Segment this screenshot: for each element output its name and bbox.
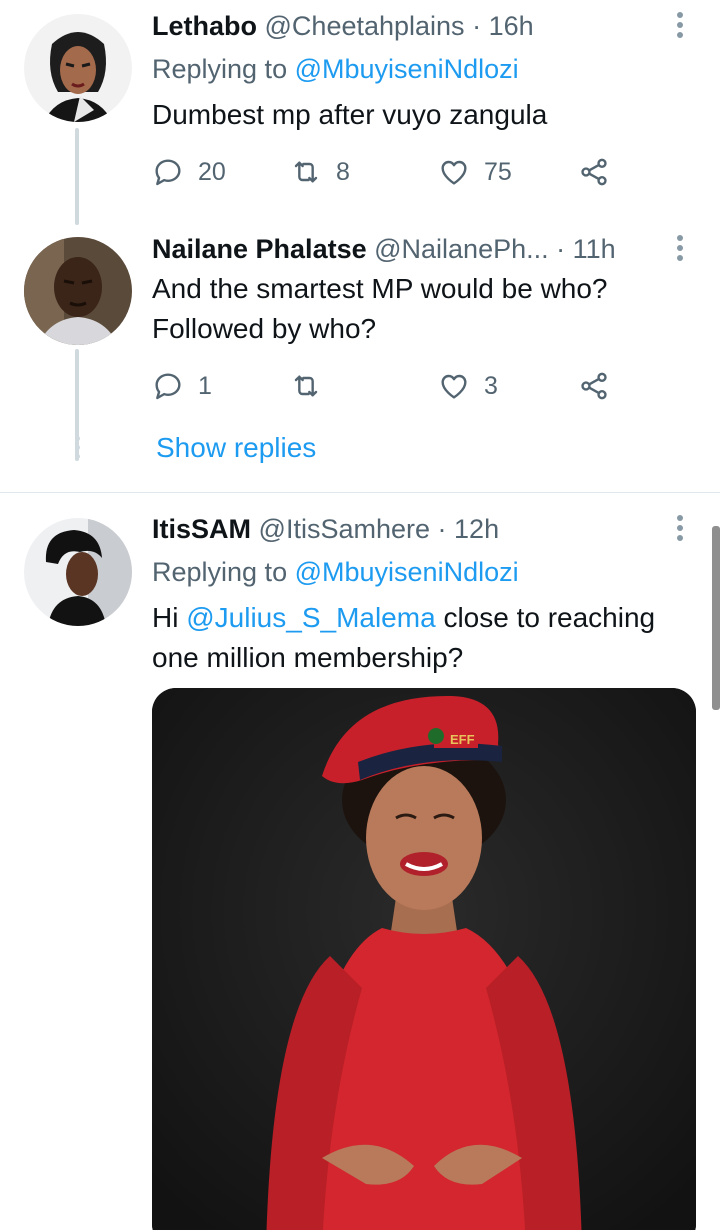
tweet-text: Hi @Julius_S_Malema close to reaching on…	[152, 598, 692, 678]
reply-count: 20	[198, 157, 226, 186]
more-dots-icon[interactable]	[676, 515, 684, 545]
replying-to: Replying to @MbuyiseniNdlozi	[152, 52, 519, 86]
tweet-text-rest: close to reaching	[443, 602, 656, 633]
display-name[interactable]: Nailane Phalatse	[152, 234, 367, 264]
mention-link[interactable]: @Julius_S_Malema	[186, 602, 435, 633]
tweet-media-photo[interactable]: EFF	[152, 688, 696, 1230]
like-button[interactable]: 75	[438, 152, 512, 192]
action-bar: 20 8 75	[152, 152, 622, 192]
reply-icon	[155, 373, 181, 400]
like-count: 3	[484, 371, 498, 400]
like-count: 75	[484, 157, 512, 186]
tweet-lethabo[interactable]: Lethabo @Cheetahplains · 16h Replying to…	[0, 0, 720, 225]
share-icon	[581, 372, 607, 400]
heart-icon	[441, 160, 467, 185]
like-button[interactable]: 3	[438, 366, 498, 406]
tweet-text: Dumbest mp after vuyo zangula	[152, 99, 548, 130]
retweet-count: 8	[336, 157, 350, 186]
retweet-button[interactable]: 8	[290, 152, 350, 192]
avatar-nailane[interactable]	[24, 237, 132, 345]
tweet-text-prefix: Hi	[152, 602, 179, 633]
timestamp[interactable]: 12h	[454, 514, 499, 544]
avatar-lethabo[interactable]	[24, 14, 132, 122]
retweet-icon	[294, 161, 318, 183]
reply-button[interactable]: 20	[152, 152, 226, 192]
share-button[interactable]	[578, 366, 610, 406]
display-name[interactable]: Lethabo	[152, 11, 257, 41]
more-dots-icon[interactable]	[676, 12, 684, 42]
retweet-icon	[294, 375, 318, 397]
tweet-text-line: one million membership?	[152, 642, 464, 673]
tweet-text: And the smartest MP would be who? Follow…	[152, 269, 692, 349]
thread-gap-dots	[74, 436, 80, 463]
retweet-button[interactable]	[290, 366, 336, 406]
thread-line	[75, 128, 79, 225]
reply-count: 1	[198, 371, 212, 400]
separator: ·	[472, 11, 482, 41]
show-replies-link[interactable]: Show replies	[156, 430, 316, 466]
timestamp[interactable]: 16h	[489, 11, 534, 41]
replying-to: Replying to @MbuyiseniNdlozi	[152, 555, 519, 589]
separator: ·	[556, 234, 566, 264]
tweet-header: Nailane Phalatse @NailanePh... · 11h	[152, 232, 616, 266]
tweet-header: Lethabo @Cheetahplains · 16h	[152, 9, 534, 43]
more-dots-icon[interactable]	[676, 235, 684, 265]
share-icon	[581, 158, 607, 186]
reply-button[interactable]: 1	[152, 366, 212, 406]
reply-icon	[155, 159, 181, 186]
tweet-text-line: And the smartest MP would be who?	[152, 273, 608, 304]
tweet-header: ItisSAM @ItisSamhere · 12h	[152, 512, 499, 546]
share-button[interactable]	[578, 152, 610, 192]
separator: ·	[437, 514, 447, 544]
mention-link[interactable]: @MbuyiseniNdlozi	[295, 54, 519, 84]
avatar-itissam[interactable]	[24, 518, 132, 626]
tweet-text-line: Followed by who?	[152, 313, 377, 344]
display-name[interactable]: ItisSAM	[152, 514, 251, 544]
tweet-nailane[interactable]: Nailane Phalatse @NailanePh... · 11h And…	[0, 225, 720, 490]
handle[interactable]: @Cheetahplains	[265, 11, 465, 41]
mention-link[interactable]: @MbuyiseniNdlozi	[295, 557, 519, 587]
replying-prefix: Replying to	[152, 54, 288, 84]
handle[interactable]: @ItisSamhere	[259, 514, 430, 544]
scrollbar[interactable]	[712, 526, 720, 710]
replying-prefix: Replying to	[152, 557, 288, 587]
eff-badge-text: EFF	[450, 732, 475, 747]
timestamp[interactable]: 11h	[573, 234, 616, 264]
heart-icon	[441, 374, 467, 399]
handle[interactable]: @NailanePh...	[374, 234, 549, 264]
action-bar: 1 3	[152, 366, 622, 406]
